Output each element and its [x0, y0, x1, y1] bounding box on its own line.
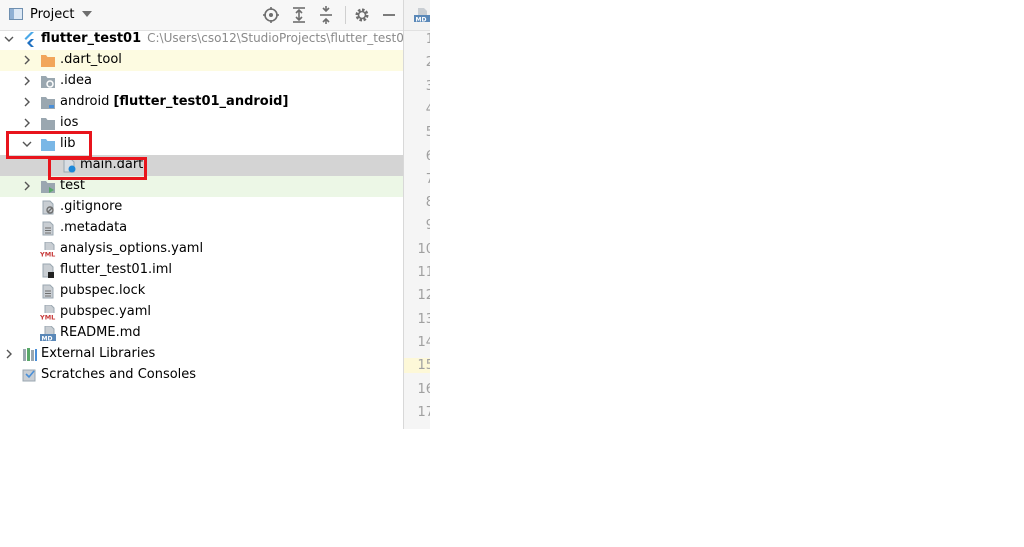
tree-item-label: Scratches and Consoles [41, 367, 197, 382]
svg-text:YML: YML [40, 251, 55, 258]
tree-item-iml[interactable]: flutter_test01.iml [0, 260, 403, 281]
text-file-icon [40, 284, 56, 299]
chevron-right-icon[interactable] [22, 76, 32, 86]
line-number: 12 [417, 288, 430, 304]
editor-gutter: MD 1 2 3 4 5 6 7 8 9 10 11 12 13 14 15 16 17 [404, 0, 430, 429]
svg-text:MD: MD [416, 16, 427, 22]
tree-item-root[interactable]: flutter_test01 C:\Users\cso12\StudioProje… [0, 29, 412, 50]
project-name: flutter_test01 [41, 31, 142, 46]
line-number: 14 [417, 334, 430, 350]
line-number: 16 [417, 381, 430, 397]
libraries-icon [22, 347, 38, 362]
project-panel-header: Project [0, 0, 403, 31]
tree-item-android[interactable]: android [flutter_test01_android] [0, 92, 403, 113]
tree-item-label: External Libraries [41, 346, 156, 361]
line-number: 9 [425, 218, 430, 234]
line-number: 7 [425, 171, 430, 187]
tree-item-label: .metadata [60, 220, 128, 235]
tree-item-label: pubspec.lock [60, 283, 146, 298]
tree-item-pubspec-lock[interactable]: pubspec.lock [0, 281, 403, 302]
scratches-icon [22, 368, 38, 383]
tree-item-gitignore[interactable]: .gitignore [0, 197, 403, 218]
line-number: 17 [417, 404, 430, 420]
tree-item-label: .idea [60, 73, 92, 88]
expand-all-icon[interactable] [290, 6, 308, 24]
project-view-icon [9, 8, 23, 20]
tree-item-idea[interactable]: .idea [0, 71, 403, 92]
markdown-file-icon: MD [40, 326, 56, 341]
project-view-title[interactable]: Project [30, 7, 74, 22]
tree-item-label: README.md [60, 325, 141, 340]
line-number: 4 [425, 101, 430, 117]
minimize-icon[interactable] [380, 6, 398, 24]
project-panel: Project flutter_test01 C:\Users\cso12\Stu… [0, 0, 412, 429]
line-number: 10 [417, 241, 430, 257]
flutter-icon [22, 32, 38, 47]
chevron-down-icon[interactable] [82, 11, 92, 17]
yaml-file-icon: YML [40, 242, 56, 257]
test-folder-icon [40, 179, 56, 194]
line-number: 15 [404, 358, 430, 374]
annotation-box-lib [6, 131, 92, 159]
orange-folder-icon [40, 53, 56, 68]
text-file-icon [40, 221, 56, 236]
tree-item-scratches[interactable]: Scratches and Consoles [0, 365, 403, 386]
gear-icon[interactable] [353, 6, 371, 24]
module-name: [flutter_test01_android] [113, 94, 289, 109]
line-number: 8 [425, 195, 430, 211]
chevron-right-icon[interactable] [22, 97, 32, 107]
tree-item-external-libraries[interactable]: External Libraries [0, 344, 403, 365]
chevron-down-icon[interactable] [4, 34, 14, 44]
tree-item-label: flutter_test01.iml [60, 262, 172, 277]
toolbar-separator [345, 6, 346, 24]
chevron-right-icon[interactable] [4, 349, 14, 359]
editor-tab-bar: MD [404, 0, 430, 31]
chevron-right-icon[interactable] [22, 118, 32, 128]
tree-item-readme[interactable]: MD README.md [0, 323, 403, 344]
line-number: 3 [425, 78, 430, 94]
gitignore-file-icon [40, 200, 56, 215]
line-number: 11 [417, 265, 430, 280]
tree-item-label: .dart_tool [60, 52, 122, 67]
tree-item-pubspec-yaml[interactable]: YML pubspec.yaml [0, 302, 403, 323]
svg-text:YML: YML [40, 314, 55, 321]
tree-item-label: analysis_options.yaml [60, 241, 204, 256]
iml-file-icon [40, 263, 56, 278]
tree-item-label: pubspec.yaml [60, 304, 151, 319]
tree-item-metadata[interactable]: .metadata [0, 218, 403, 239]
tree-item-label: test [60, 178, 85, 193]
tree-item-label: .gitignore [60, 199, 123, 214]
tree-item-label: android [60, 94, 110, 109]
tree-item-label: ios [60, 115, 79, 130]
module-folder-icon [40, 95, 56, 110]
svg-text:MD: MD [42, 335, 53, 341]
line-number: 1 [425, 32, 430, 47]
markdown-file-icon[interactable]: MD [414, 8, 430, 22]
annotation-box-main-dart [48, 157, 147, 180]
line-number: 13 [417, 311, 430, 327]
yaml-file-icon: YML [40, 305, 56, 320]
chevron-right-icon[interactable] [22, 55, 32, 65]
tree-item-analysis-options[interactable]: YML analysis_options.yaml [0, 239, 403, 260]
locate-file-icon[interactable] [262, 6, 280, 24]
tree-item-dart-tool[interactable]: .dart_tool [0, 50, 403, 71]
folder-icon [40, 116, 56, 131]
project-path: C:\Users\cso12\StudioProjects\flutter_te… [147, 31, 412, 45]
line-number: 2 [425, 55, 430, 71]
line-number: 5 [425, 125, 430, 141]
settings-folder-icon [40, 74, 56, 89]
collapse-all-icon[interactable] [317, 6, 335, 24]
line-number: 6 [425, 148, 430, 164]
chevron-right-icon[interactable] [22, 181, 32, 191]
